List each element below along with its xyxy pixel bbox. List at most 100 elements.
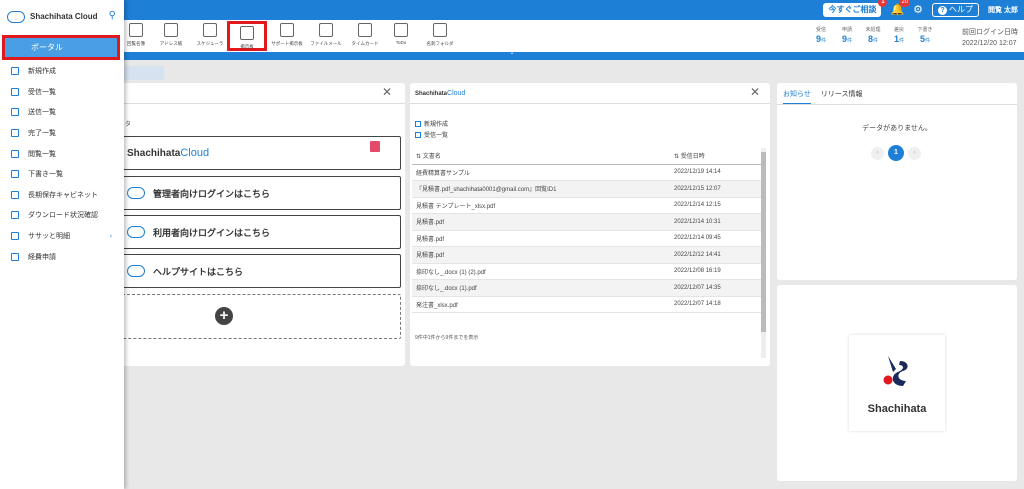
panel-label: タ bbox=[125, 122, 132, 128]
help-button[interactable]: ? ヘルプ bbox=[932, 3, 980, 17]
stat-value: 9件 bbox=[812, 34, 830, 44]
table-row[interactable]: 捺印なし_.docx (1).pdf 2022/12/07 14:35 bbox=[412, 280, 762, 297]
sidebar-item-label: 経費申請 bbox=[28, 253, 56, 261]
toolbar-label: ToDo bbox=[395, 40, 407, 46]
add-link-area[interactable]: + bbox=[120, 294, 401, 339]
collapse-toolbar-bar[interactable]: ⌃ bbox=[0, 52, 1024, 60]
table-row[interactable]: 『見積書.pdf_shachihata0001@gmail.com』回覧ID1 2… bbox=[412, 181, 762, 198]
toolbar-label: ファイルメール bbox=[310, 41, 342, 47]
sidebar-menu: 新規作成 受信一覧 送信一覧 完了一覧 閲覧一覧 下書き一覧 長期保存キャビネッ… bbox=[0, 61, 124, 267]
pencil-icon bbox=[415, 120, 421, 127]
last-login: 前回ログイン日時 2022/12/20 12:07 bbox=[962, 27, 1018, 49]
logo-panel: Shachihata bbox=[777, 285, 1017, 481]
card-folder-icon bbox=[433, 23, 447, 37]
stat-received[interactable]: 受信 9件 bbox=[812, 26, 830, 44]
close-icon[interactable]: ✕ bbox=[750, 86, 760, 98]
help-site-link[interactable]: ヘルプサイトはこちら bbox=[120, 254, 401, 288]
sidebar-item-portal[interactable]: ポータル bbox=[2, 35, 120, 60]
sidebar-item-viewed[interactable]: 閲覧一覧 bbox=[0, 143, 124, 164]
toolbar-card-folder[interactable]: 名刺フォルダ bbox=[420, 21, 460, 51]
sidebar-item-expense[interactable]: 経費申請 bbox=[0, 246, 124, 267]
sidebar-item-label: 下書き一覧 bbox=[28, 171, 63, 179]
user-login-link[interactable]: 利用者向けログインはこちら bbox=[120, 215, 401, 249]
table-row[interactable]: 捺印なし_.docx (1) (2).pdf 2022/12/08 16:19 bbox=[412, 264, 762, 280]
toolbar-file-mail[interactable]: ファイルメール bbox=[306, 21, 346, 51]
table-row[interactable]: 見積書.pdf 2022/12/12 14:41 bbox=[412, 247, 762, 264]
link-label: 新規作成 bbox=[424, 122, 449, 128]
inbox-link[interactable]: 受信一覧 bbox=[415, 130, 448, 139]
toolbar-label: スケジューラ bbox=[196, 41, 224, 47]
document-stats: 受信 9件 申請 9件 未処理 8件 差戻 1件 下書き 5件 bbox=[812, 26, 934, 44]
close-icon[interactable]: ✕ bbox=[382, 86, 392, 98]
row-date: 2022/12/14 12:15 bbox=[674, 202, 721, 209]
board-icon bbox=[240, 26, 254, 40]
bell-icon[interactable]: 🔔 20 bbox=[890, 0, 911, 17]
book-icon bbox=[129, 23, 143, 37]
toolbar-timecard[interactable]: タイムカード bbox=[345, 21, 385, 51]
logo-text: Shachihata bbox=[867, 403, 927, 415]
cloud-logo-icon bbox=[7, 10, 25, 23]
sidebar-item-inbox[interactable]: 受信一覧 bbox=[0, 82, 124, 103]
question-icon: ? bbox=[938, 5, 948, 15]
link-label: 管理者向けログインはこちら bbox=[153, 188, 271, 199]
consult-now-label: 今すぐご相談 bbox=[828, 5, 877, 14]
pin-icon[interactable]: ⚲ bbox=[109, 10, 116, 21]
sidebar-item-label: ダウンロード状況確認 bbox=[28, 212, 98, 220]
stat-returned[interactable]: 差戻 1件 bbox=[890, 26, 908, 44]
new-document-link[interactable]: 新規作成 bbox=[415, 119, 448, 128]
row-date: 2022/12/12 14:41 bbox=[674, 251, 721, 258]
pagination-info: 9件中1件から9件までを表示 bbox=[415, 335, 479, 341]
table-scrollbar[interactable] bbox=[761, 148, 766, 358]
sidebar-item-new[interactable]: 新規作成 bbox=[0, 61, 124, 82]
next-page-button[interactable]: › bbox=[908, 146, 921, 160]
last-login-value: 2022/12/20 12:07 bbox=[962, 40, 1017, 47]
divider bbox=[777, 104, 1017, 105]
stat-applied[interactable]: 申請 9件 bbox=[838, 26, 856, 44]
toolbar-address-book[interactable]: アドレス帳 bbox=[151, 21, 191, 51]
toolbar-todo[interactable]: ToDo bbox=[381, 21, 421, 51]
stat-label: 申請 bbox=[841, 27, 852, 33]
row-name: 見積書.pdf bbox=[416, 253, 445, 260]
page-1-button[interactable]: 1 bbox=[888, 145, 904, 161]
link-label: 受信一覧 bbox=[424, 133, 449, 139]
sidebar-item-drafts[interactable]: 下書き一覧 bbox=[0, 164, 124, 185]
sidebar-item-cabinet[interactable]: 長期保存キャビネット bbox=[0, 185, 124, 206]
delete-icon[interactable] bbox=[370, 141, 380, 152]
stat-unprocessed[interactable]: 未処理 8件 bbox=[864, 26, 882, 44]
row-name: 見積書 テンプレート_xlsx.pdf bbox=[416, 203, 496, 210]
admin-login-link[interactable]: 管理者向けログインはこちら bbox=[120, 176, 401, 210]
toolbar-support-board[interactable]: サポート掲示板 bbox=[267, 21, 307, 51]
tab-notice[interactable]: お知らせ bbox=[783, 89, 811, 105]
sidebar-item-completed[interactable]: 完了一覧 bbox=[0, 123, 124, 144]
check-icon bbox=[11, 129, 19, 138]
sidebar-item-download-status[interactable]: ダウンロード状況確認 bbox=[0, 205, 124, 226]
app-title: Shachihata Cloud bbox=[30, 12, 98, 21]
toolbar-scheduler[interactable]: スケジューラ bbox=[190, 21, 230, 51]
pagination: ‹ 1 › bbox=[871, 145, 921, 161]
gear-icon[interactable]: ⚙ bbox=[913, 3, 923, 17]
sidebar-item-sasatto-meisai[interactable]: ササッと明細 › bbox=[0, 226, 124, 247]
scrollbar-thumb[interactable] bbox=[761, 152, 766, 332]
toolbar-bulletin-board[interactable]: 掲示板 bbox=[227, 21, 267, 51]
consult-now-button[interactable]: 今すぐご相談 1 bbox=[823, 0, 888, 17]
plus-icon[interactable]: + bbox=[215, 307, 233, 325]
brand-link[interactable]: ShachihataCloud bbox=[120, 136, 401, 170]
stat-drafts[interactable]: 下書き 5件 bbox=[916, 26, 934, 44]
table-row[interactable]: 見積書.pdf 2022/12/14 10:31 bbox=[412, 214, 762, 231]
app-toolbar: 回覧名簿 アドレス帳 スケジューラ 掲示板 サポート掲示板 ファイルメール タイ… bbox=[0, 20, 1024, 52]
tab-release-info[interactable]: リリース情報 bbox=[821, 89, 863, 105]
link-label: ヘルプサイトはこちら bbox=[153, 266, 244, 277]
table-header: ⇅ 文書名 ⇅ 受信日時 bbox=[412, 148, 762, 165]
table-row[interactable]: 見積書 テンプレート_xlsx.pdf 2022/12/14 12:15 bbox=[412, 198, 762, 214]
portal-tab[interactable] bbox=[120, 66, 164, 80]
prev-page-button[interactable]: ‹ bbox=[871, 146, 884, 160]
column-header-name[interactable]: ⇅ 文書名 bbox=[412, 151, 674, 160]
table-row[interactable]: 経費精算書サンプル 2022/12/19 14:14 bbox=[412, 165, 762, 181]
sidebar-item-sent[interactable]: 送信一覧 bbox=[0, 102, 124, 123]
user-name[interactable]: 閲覧 太郎 bbox=[988, 5, 1018, 15]
table-row[interactable]: 発注書_xlsx.pdf 2022/12/07 14:18 bbox=[412, 297, 762, 313]
link-panel: ✕ タ ShachihataCloud 管理者向けログインはこちら 利用者向けロ… bbox=[120, 83, 405, 366]
support-board-icon bbox=[280, 23, 294, 37]
table-row[interactable]: 見積書.pdf 2022/12/14 09:45 bbox=[412, 231, 762, 247]
column-header-date[interactable]: ⇅ 受信日時 bbox=[674, 151, 762, 160]
